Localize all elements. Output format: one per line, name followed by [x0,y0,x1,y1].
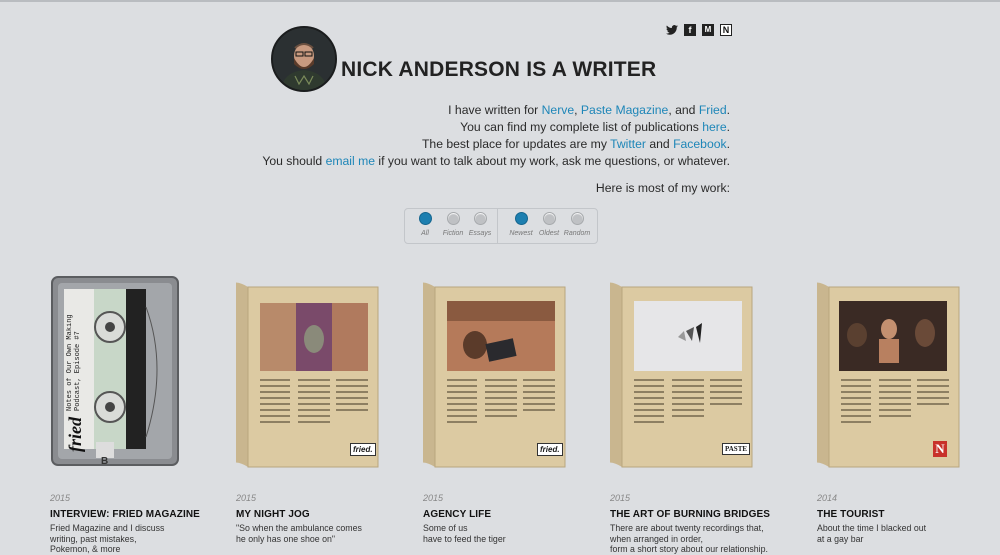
text: I have written for [448,103,542,117]
text: . [726,137,730,151]
cassette-brand: fried [65,417,85,452]
publication-badge: PASTE [722,443,751,455]
work-meta: 2015 THE ART OF BURNING BRIDGES There ar… [610,493,785,555]
work-title[interactable]: MY NIGHT JOG [236,509,411,520]
work-title[interactable]: THE ART OF BURNING BRIDGES [610,509,785,520]
desc-line: Fried Magazine and I discuss [50,523,165,533]
avatar [271,26,337,92]
text: You can find my complete list of publica… [460,120,703,134]
desc-line: Pokemon, & more [50,544,121,554]
radio-dot[interactable] [418,212,432,225]
desc-line: writing, past mistakes, [50,533,137,544]
text: , [574,103,581,117]
work-year: 2014 [817,493,838,503]
desc-line: About the time I blacked out [817,523,927,533]
page-title: NICK ANDERSON IS A WRITER [341,58,657,81]
publication-badge: fried. [350,443,376,456]
text: . [726,103,730,117]
desc-line: at a gay bar [817,533,864,544]
magazine-thumbnail[interactable] [226,267,406,477]
work-description: About the time I blacked out at a gay ba… [817,523,992,544]
publication-badge: N [933,441,947,457]
desc-line: "So when the ambulance comes [236,523,362,533]
link-paste-magazine[interactable]: Paste Magazine [581,103,668,117]
text: if you want to talk about my work, ask m… [375,154,730,168]
intro-line-updates: The best place for updates are my Twitte… [262,136,730,153]
work-year: 2015 [236,493,257,503]
work-meta: 2015 INTERVIEW: FRIED MAGAZINE Fried Mag… [50,493,225,555]
radio-dot[interactable] [473,212,487,225]
desc-line: he only has one shoe on" [236,533,335,544]
radio-dot[interactable] [514,212,528,225]
link-email[interactable]: email me [326,154,375,168]
cassette-label: Notes of Our Own Making Podcast, Episode… [66,314,82,411]
work-description: "So when the ambulance comes he only has… [236,523,411,544]
intro-text: I have written for Nerve, Paste Magazine… [262,102,730,197]
newspaper-icon[interactable]: N [720,24,732,36]
magazine-thumbnail[interactable] [807,267,987,477]
divider [497,209,498,243]
radio-dot[interactable] [570,212,584,225]
medium-icon[interactable]: M [702,24,714,36]
intro-line-list: You can find my complete list of publica… [262,119,730,136]
twitter-icon[interactable] [666,24,678,36]
filter-label: Essays [468,230,492,237]
text: The best place for updates are my [421,137,611,151]
desc-line: form a short story about our relationshi… [610,544,768,554]
cassette-side: B [101,456,109,467]
desc-line: There are about twenty recordings that, [610,523,764,533]
filter-bar: All Fiction Essays Newest Oldest Random [404,208,598,244]
link-twitter[interactable]: Twitter [610,137,646,151]
filter-essays[interactable]: Essays [460,212,500,237]
intro-line-email: You should email me if you want to talk … [262,153,730,170]
publication-badge: fried. [537,443,563,456]
work-year: 2015 [610,493,631,503]
radio-dot[interactable] [542,212,556,225]
sort-label: Random [563,230,591,237]
text: , and [668,103,699,117]
desc-line: when arranged in order, [610,533,703,544]
desc-line: Some of us [423,523,468,533]
work-title[interactable]: INTERVIEW: FRIED MAGAZINE [50,509,225,520]
work-description: Some of us have to feed the tiger [423,523,598,544]
radio-dot[interactable] [446,212,460,225]
work-meta: 2015 AGENCY LIFE Some of us have to feed… [423,493,598,544]
magazine-thumbnail[interactable] [600,267,780,477]
sort-random[interactable]: Random [557,212,597,237]
link-facebook[interactable]: Facebook [673,137,727,151]
work-title[interactable]: AGENCY LIFE [423,509,598,520]
text: You should [262,154,326,168]
desc-line: have to feed the tiger [423,533,506,544]
magazine-thumbnail[interactable] [413,267,593,477]
work-title[interactable]: THE TOURIST [817,509,992,520]
work-meta: 2015 MY NIGHT JOG "So when the ambulance… [236,493,411,544]
link-nerve[interactable]: Nerve [542,103,575,117]
link-fried[interactable]: Fried [699,103,727,117]
work-year: 2015 [50,493,71,503]
work-meta: 2014 THE TOURIST About the time I blacke… [817,493,992,544]
facebook-icon[interactable]: f [684,24,696,36]
intro-line-publications: I have written for Nerve, Paste Magazine… [262,102,730,119]
text: and [645,137,674,151]
work-heading: Here is most of my work: [595,181,730,195]
link-here[interactable]: here [702,120,726,134]
text: . [726,120,730,134]
social-links: f M N [666,24,732,36]
work-year: 2015 [423,493,444,503]
